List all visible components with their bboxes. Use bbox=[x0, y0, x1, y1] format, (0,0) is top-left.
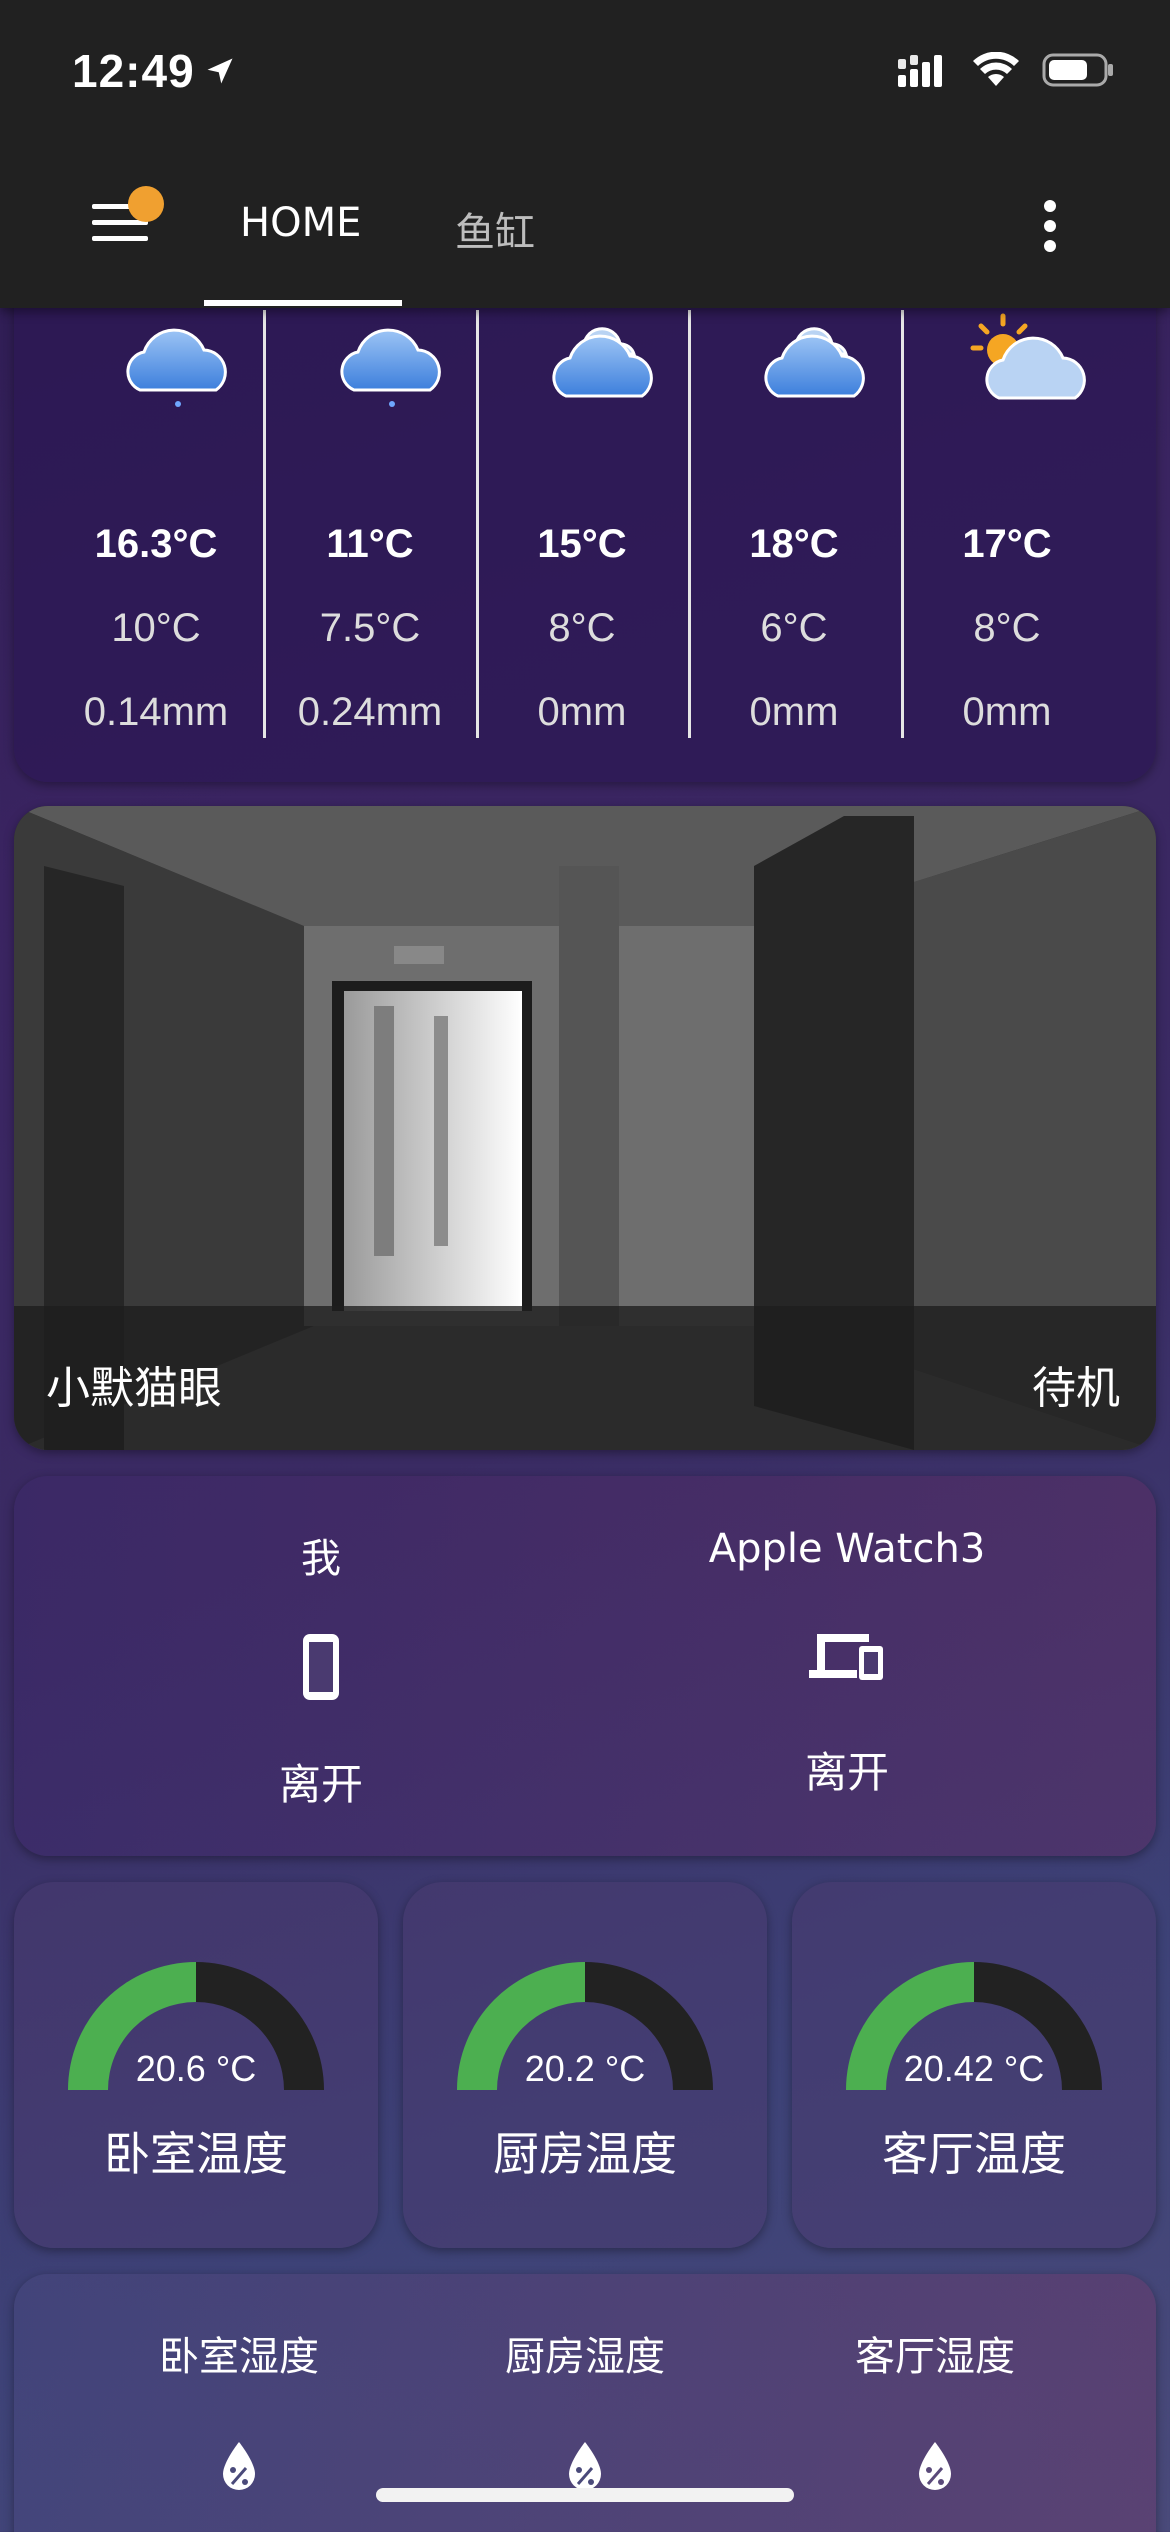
water-percent-icon bbox=[569, 2442, 601, 2490]
presence-entity[interactable]: Apple Watch3 离开 bbox=[647, 1526, 1047, 1800]
more-options-icon[interactable] bbox=[1030, 196, 1070, 256]
forecast-precipitation: 0mm bbox=[537, 690, 627, 734]
forecast-precipitation: 0mm bbox=[962, 690, 1052, 734]
temperature-gauge-card[interactable]: 20.2 °C 厨房温度 bbox=[403, 1882, 767, 2248]
forecast-day: 17°C 8°C 0mm bbox=[901, 300, 1113, 738]
presence-name: Apple Watch3 bbox=[708, 1526, 986, 1572]
partly-sunny-icon bbox=[970, 313, 1086, 400]
forecast-low: 10°C bbox=[111, 606, 201, 650]
presence-entity[interactable]: 我 离开 bbox=[121, 1526, 521, 1812]
rainy-cloud-icon bbox=[340, 328, 441, 407]
forecast-precipitation: 0.14mm bbox=[83, 690, 229, 734]
gauge-value: 20.6 °C bbox=[135, 2048, 257, 2089]
temperature-gauge-card[interactable]: 20.42 °C 客厅温度 bbox=[792, 1882, 1156, 2248]
forecast-low: 6°C bbox=[760, 606, 828, 650]
home-indicator[interactable] bbox=[376, 2488, 794, 2502]
gauge-label: 厨房温度 bbox=[493, 2127, 677, 2181]
forecast-high: 11°C bbox=[326, 522, 414, 566]
battery-icon bbox=[1042, 53, 1113, 87]
water-percent-icon bbox=[919, 2442, 951, 2490]
humidity-name: 卧室湿度 bbox=[159, 2334, 319, 2380]
wifi-icon bbox=[973, 52, 1019, 86]
phone-icon bbox=[303, 1634, 339, 1700]
cloudy-icon bbox=[764, 327, 865, 398]
humidity-entity[interactable]: 厨房湿度 bbox=[410, 2324, 760, 2497]
water-percent-icon bbox=[223, 2442, 255, 2490]
rainy-cloud-icon bbox=[126, 328, 227, 407]
gauge-value: 20.42 °C bbox=[903, 2048, 1045, 2089]
forecast-low: 7.5°C bbox=[319, 606, 421, 650]
gauge-value: 20.2 °C bbox=[524, 2048, 646, 2089]
gauge-label: 卧室温度 bbox=[104, 2127, 288, 2181]
status-icons bbox=[898, 52, 1114, 88]
forecast-low: 8°C bbox=[548, 606, 616, 650]
forecast-high: 15°C bbox=[537, 522, 627, 566]
app-header: 12:49 HOME 鱼缸 bbox=[0, 0, 1170, 308]
camera-name: 小默猫眼 bbox=[46, 1363, 222, 1414]
notification-badge bbox=[128, 186, 164, 222]
gauge-label: 客厅温度 bbox=[882, 2127, 1066, 2181]
forecast-high: 18°C bbox=[749, 522, 839, 566]
camera-status: 待机 bbox=[1032, 1363, 1120, 1414]
forecast-precipitation: 0.24mm bbox=[297, 690, 443, 734]
presence-card: 我 离开 Apple Watch3 离开 bbox=[14, 1476, 1156, 1856]
forecast-day: 16.3°C 10°C 0.14mm bbox=[50, 300, 262, 738]
forecast-high: 17°C bbox=[962, 522, 1052, 566]
forecast-day: 11°C 7.5°C 0.24mm bbox=[264, 300, 476, 738]
location-arrow-icon bbox=[207, 58, 233, 84]
devices-icon bbox=[809, 1634, 883, 1680]
presence-state: 离开 bbox=[804, 1748, 889, 1797]
forecast-high: 16.3°C bbox=[94, 522, 218, 566]
cellular-signal-icon bbox=[898, 55, 942, 87]
temperature-gauge-card[interactable]: 20.6 °C 卧室温度 bbox=[14, 1882, 378, 2248]
forecast-day: 15°C 8°C 0mm bbox=[476, 300, 688, 738]
active-tab-indicator bbox=[204, 300, 402, 306]
humidity-entity[interactable]: 客厅湿度 bbox=[760, 2324, 1110, 2497]
forecast-precipitation: 0mm bbox=[749, 690, 839, 734]
presence-name: 我 bbox=[301, 1536, 341, 1582]
humidity-name: 厨房湿度 bbox=[505, 2334, 665, 2380]
status-time: 12:49 bbox=[72, 44, 235, 98]
humidity-entity[interactable]: 卧室湿度 bbox=[64, 2324, 414, 2497]
cloudy-icon bbox=[552, 327, 653, 398]
presence-state: 离开 bbox=[278, 1760, 363, 1809]
forecast-day: 18°C 6°C 0mm bbox=[688, 300, 900, 738]
forecast-low: 8°C bbox=[973, 606, 1041, 650]
humidity-name: 客厅湿度 bbox=[855, 2334, 1015, 2380]
status-time-text: 12:49 bbox=[72, 45, 195, 97]
weather-forecast-card: 16.3°C 10°C 0.14mm 11°C 7.5°C 0.24mm 15°… bbox=[14, 240, 1156, 782]
tab-fish-tank[interactable]: 鱼缸 bbox=[455, 200, 535, 258]
tab-home[interactable]: HOME bbox=[240, 200, 361, 246]
